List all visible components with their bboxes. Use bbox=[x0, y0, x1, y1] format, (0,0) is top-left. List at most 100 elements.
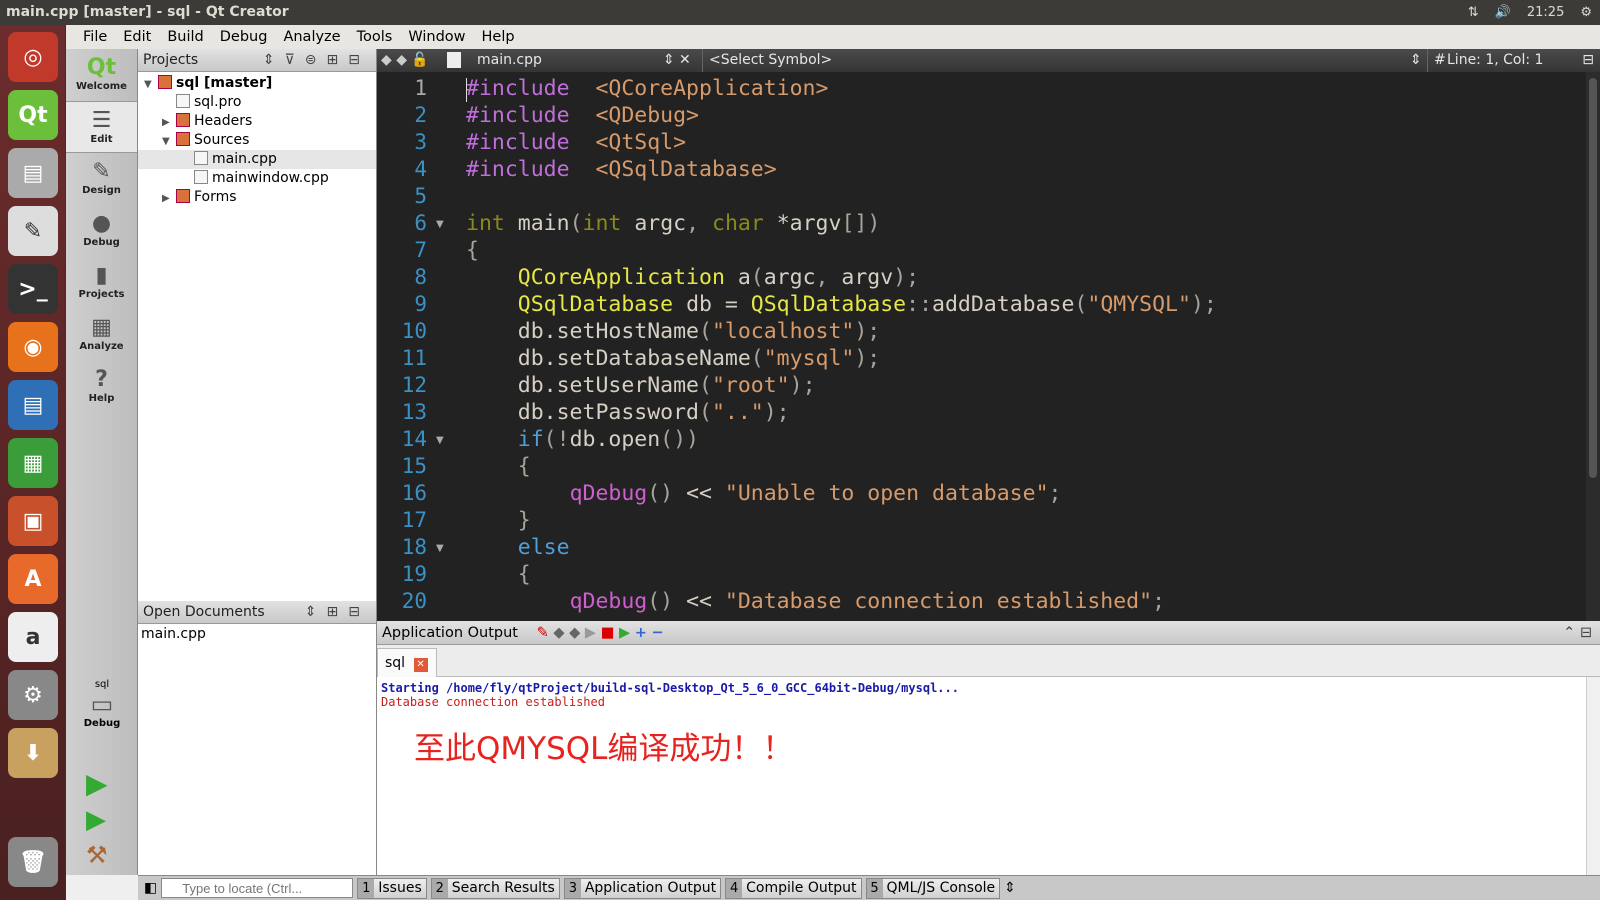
nav-back-forward-icon[interactable]: ◆ ◆ 🔓 bbox=[381, 49, 429, 72]
tree-item[interactable]: ▶ Headers bbox=[138, 112, 376, 131]
maximize-close-icon[interactable]: ⌃ ⊟ bbox=[1563, 621, 1592, 645]
project-tree: ▼ sql [master] sql.pro ▶ Headers ▼ Sources main… bbox=[138, 72, 376, 207]
launcher-settings-icon[interactable]: ⚙ bbox=[8, 670, 58, 720]
toggle-sidebar-icon[interactable]: ◧ bbox=[144, 880, 157, 896]
launcher-amazon-icon[interactable]: a bbox=[8, 612, 58, 662]
output-scrollbar[interactable] bbox=[1586, 677, 1600, 875]
projects-title[interactable]: Projects bbox=[143, 52, 198, 68]
pane-button-qml-js-console[interactable]: 5 QML/JS Console bbox=[865, 877, 1001, 899]
panel-toolbar-icons[interactable]: ⇕⊞⊟ bbox=[305, 601, 376, 624]
mode-design[interactable]: ✎ Design bbox=[66, 153, 137, 205]
cursor-position[interactable]: Line: 1, Col: 1 bbox=[1447, 49, 1543, 72]
code-token: db.setHostName bbox=[466, 319, 699, 344]
launcher-impress-icon[interactable]: ▣ bbox=[8, 496, 58, 546]
launcher-files-icon[interactable]: ▤ bbox=[8, 148, 58, 198]
code-token: () bbox=[647, 589, 674, 614]
mode-debug[interactable]: ● Debug bbox=[66, 205, 137, 257]
editor-scrollbar[interactable] bbox=[1586, 72, 1600, 621]
tree-item[interactable]: ▶ Forms bbox=[138, 188, 376, 207]
tree-item[interactable]: mainwindow.cpp bbox=[138, 169, 376, 188]
mode-analyze[interactable]: ▦ Analyze bbox=[66, 309, 137, 361]
launcher-ubuntu-icon[interactable]: ◎ bbox=[8, 32, 58, 82]
build-hammer-icon[interactable]: ⚒ bbox=[86, 841, 108, 869]
network-icon[interactable]: ⇅ bbox=[1468, 0, 1479, 25]
menu-edit[interactable]: Edit bbox=[116, 25, 158, 49]
current-file[interactable]: main.cpp bbox=[477, 49, 542, 72]
stop-icon[interactable]: ■ bbox=[601, 625, 615, 641]
file-dropdown-icon[interactable]: ⇕ bbox=[663, 49, 675, 72]
code-token: <QDebug> bbox=[595, 103, 700, 128]
menu-build[interactable]: Build bbox=[160, 25, 210, 49]
tree-item[interactable]: ▼ sql [master] bbox=[138, 74, 376, 93]
run-button[interactable]: ▶ bbox=[86, 767, 108, 800]
volume-icon[interactable]: 🔊 bbox=[1495, 0, 1511, 25]
mode-projects[interactable]: ▮ Projects bbox=[66, 257, 137, 309]
menu-tools[interactable]: Tools bbox=[350, 25, 400, 49]
expand-arrow-icon[interactable]: ▼ bbox=[144, 75, 158, 94]
trash-icon[interactable]: 🗑 bbox=[8, 837, 58, 887]
debug-icon[interactable]: ▶ bbox=[619, 625, 630, 641]
code-token: qDebug bbox=[569, 481, 648, 506]
expand-arrow-icon[interactable]: ▼ bbox=[162, 132, 176, 151]
zoom-in-icon[interactable]: + bbox=[635, 625, 647, 641]
launcher-software-center-icon[interactable]: A bbox=[8, 554, 58, 604]
file-icon bbox=[176, 189, 190, 203]
pane-button-application-output[interactable]: 3 Application Output bbox=[563, 877, 722, 899]
panel-toolbar-icons[interactable]: ⇕⊽⊜⊞⊟ bbox=[263, 49, 376, 72]
more-panes-icon[interactable]: ⇕ bbox=[1004, 880, 1016, 896]
settings-gear-icon[interactable]: ⚙ bbox=[1580, 0, 1592, 25]
symbol-selector[interactable]: <Select Symbol> bbox=[702, 49, 832, 72]
output-tab-sql[interactable]: sql ✕ bbox=[377, 648, 437, 678]
debug-run-button[interactable]: ▶ bbox=[86, 805, 106, 835]
fold-marker-icon[interactable]: ▼ bbox=[436, 543, 444, 554]
expand-arrow-icon[interactable]: ▶ bbox=[162, 113, 176, 132]
kit-selector[interactable]: sql ▭ Debug bbox=[66, 679, 138, 729]
open-document-item[interactable]: main.cpp bbox=[138, 624, 376, 644]
line-number: 1 bbox=[414, 76, 427, 100]
menu-debug[interactable]: Debug bbox=[213, 25, 275, 49]
locator-input[interactable] bbox=[161, 878, 354, 898]
close-file-icon[interactable]: ✕ bbox=[679, 49, 691, 72]
rerun-icon[interactable]: ▶ bbox=[585, 625, 596, 641]
menu-help[interactable]: Help bbox=[475, 25, 522, 49]
mode-welcome[interactable]: Qt Welcome bbox=[66, 49, 137, 101]
code-editor[interactable]: 1 2 3 4 5 6 ▼ 7 8 9 10 11 12 13 14 ▼ 15 16 17 18 ▼ 19 20 #inclu… bbox=[377, 72, 1600, 621]
split-icon[interactable]: ⊟ bbox=[1582, 49, 1594, 72]
launcher-writer-icon[interactable]: ▤ bbox=[8, 380, 58, 430]
open-documents-title[interactable]: Open Documents bbox=[143, 604, 265, 620]
menu-file[interactable]: File bbox=[76, 25, 114, 49]
close-tab-icon[interactable]: ✕ bbox=[413, 658, 428, 672]
edit-mode-icon: ☰ bbox=[91, 108, 112, 133]
launcher-qt-creator-icon[interactable]: Qt bbox=[8, 90, 58, 140]
tree-item[interactable]: sql.pro bbox=[138, 93, 376, 112]
launcher-text-editor-icon[interactable]: ✎ bbox=[8, 206, 58, 256]
pane-button-search-results[interactable]: 2 Search Results bbox=[430, 877, 560, 899]
code-token: ; bbox=[1152, 589, 1166, 614]
prev-next-icon[interactable]: ◆ ◆ bbox=[553, 625, 580, 641]
symbol-dropdown-icon[interactable]: ⇕ bbox=[1410, 49, 1422, 72]
menu-analyze[interactable]: Analyze bbox=[276, 25, 347, 49]
tree-item-label: mainwindow.cpp bbox=[212, 170, 329, 186]
tree-item[interactable]: ▼ Sources bbox=[138, 131, 376, 150]
text-cursor bbox=[466, 78, 467, 102]
line-number: 11 bbox=[401, 346, 427, 370]
mode-help[interactable]: ? Help bbox=[66, 361, 137, 413]
fold-marker-icon[interactable]: ▼ bbox=[436, 435, 444, 446]
fold-marker-icon[interactable]: ▼ bbox=[436, 219, 444, 230]
launcher-terminal-icon[interactable]: >_ bbox=[8, 264, 58, 314]
expand-arrow-icon[interactable]: ▶ bbox=[162, 189, 176, 208]
tree-item[interactable]: main.cpp bbox=[138, 150, 376, 169]
pane-button-compile-output[interactable]: 4 Compile Output bbox=[725, 877, 862, 899]
application-output[interactable]: Starting /home/fly/qtProject/build-sql-D… bbox=[377, 677, 1600, 875]
mode-label: Design bbox=[82, 185, 121, 196]
launcher-firefox-icon[interactable]: ◉ bbox=[8, 322, 58, 372]
mode-edit[interactable]: ☰ Edit bbox=[66, 101, 137, 153]
zoom-out-icon[interactable]: − bbox=[652, 625, 664, 641]
menu-window[interactable]: Window bbox=[401, 25, 472, 49]
attach-icon[interactable]: ✎ bbox=[537, 625, 549, 641]
kit-mode: Debug bbox=[83, 718, 121, 729]
clock[interactable]: 21:25 bbox=[1527, 0, 1564, 25]
launcher-calc-icon[interactable]: ▦ bbox=[8, 438, 58, 488]
launcher-archive-icon[interactable]: ⬇ bbox=[8, 728, 58, 778]
pane-button-issues[interactable]: 1 Issues bbox=[357, 877, 427, 899]
